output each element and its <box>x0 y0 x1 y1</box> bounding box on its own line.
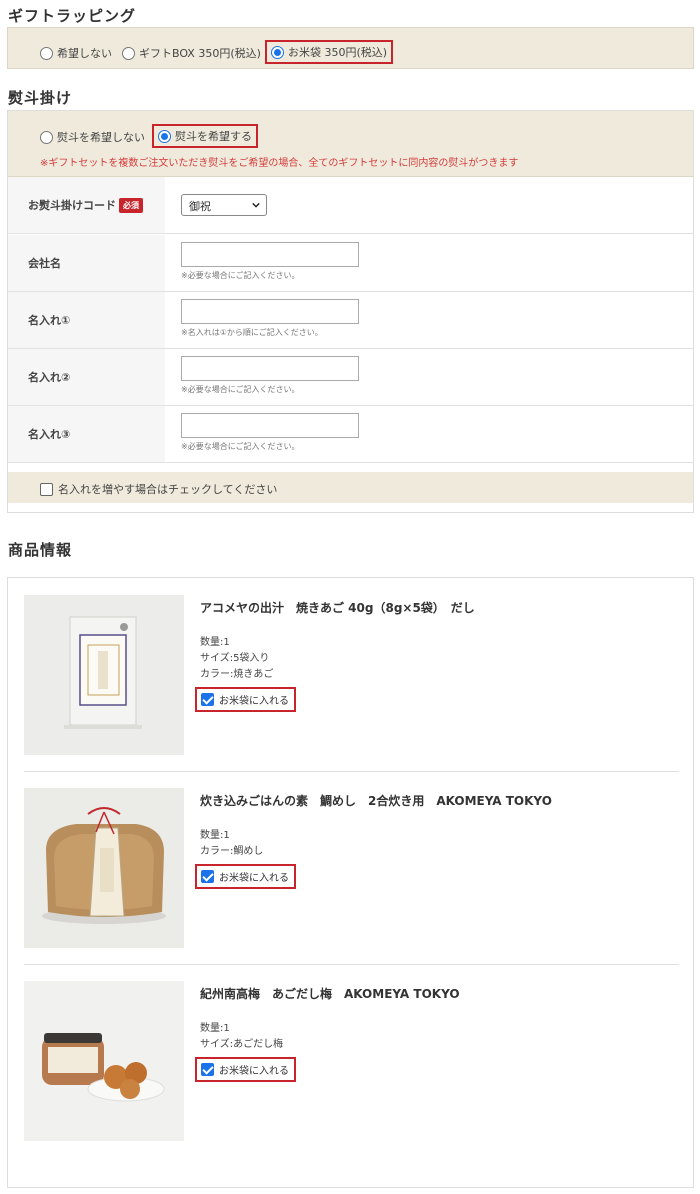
name-3-hint: ※必要な場合にご記入ください。 <box>181 442 300 451</box>
name-3-input[interactable] <box>181 413 359 438</box>
checkbox-checked-icon[interactable] <box>201 870 214 883</box>
wrap-option-giftbox-label: ギフトBOX 350円(税込) <box>139 47 261 60</box>
divider <box>24 771 679 772</box>
radio-checked-icon[interactable] <box>158 129 171 143</box>
noshi-option-none-label: 熨斗を希望しない <box>57 131 145 144</box>
name-3-label: 名入れ③ <box>8 406 165 462</box>
product-list: アコメヤの出汁 焼きあご 40g（8g×5袋） だし 数量:1 サイズ:5袋入り… <box>7 577 694 1188</box>
add-names-checkbox-label[interactable]: 名入れを増やす場合はチェックしてください <box>40 481 277 497</box>
list-item: 紀州南高梅 あごだし梅 AKOMEYA TOKYO 数量:1 サイズ:あごだし梅… <box>24 981 679 1141</box>
rice-bag-label: お米袋に入れる <box>219 696 289 707</box>
noshi-code-select[interactable]: 御祝 <box>181 194 267 216</box>
product-quantity: 数量:1 <box>200 637 230 648</box>
form-row-name-2: 名入れ② ※必要な場合にご記入ください。 <box>8 349 693 406</box>
noshi-note: ※ギフトセットを複数ご注文いただき熨斗をご希望の場合、全てのギフトセットに同内容… <box>40 158 519 169</box>
name-1-hint: ※名入れは①から順にご記入ください。 <box>181 328 323 337</box>
rice-bag-label: お米袋に入れる <box>219 873 289 884</box>
chevron-down-icon <box>252 202 260 208</box>
product-size: サイズ:5袋入り <box>200 653 270 664</box>
company-label: 会社名 <box>8 235 165 291</box>
name-1-field: ※名入れは①から順にご記入ください。 <box>181 299 359 338</box>
product-name: 紀州南高梅 あごだし梅 AKOMEYA TOKYO <box>200 987 460 1001</box>
radio-checked-icon[interactable] <box>271 45 284 59</box>
checkbox-checked-icon[interactable] <box>201 693 214 706</box>
noshi-options: 熨斗を希望しない 熨斗を希望する ※ギフトセットを複数ご注文いただき熨斗をご希望… <box>8 111 693 177</box>
product-attrs: 数量:1 カラー:鯛めし <box>200 828 263 860</box>
name-2-input[interactable] <box>181 356 359 381</box>
company-hint: ※必要な場合にご記入ください。 <box>181 271 300 280</box>
noshi-option-want-label: 熨斗を希望する <box>175 130 252 143</box>
product-quantity: 数量:1 <box>200 830 230 841</box>
product-attrs: 数量:1 サイズ:あごだし梅 <box>200 1021 283 1053</box>
required-badge: 必須 <box>119 197 143 213</box>
product-image <box>24 788 184 948</box>
rice-bag-toggle[interactable]: お米袋に入れる <box>195 687 296 712</box>
noshi-form: 熨斗を希望しない 熨斗を希望する ※ギフトセットを複数ご注文いただき熨斗をご希望… <box>7 110 694 513</box>
product-image <box>24 981 184 1141</box>
wrap-option-rice-bag-label: お米袋 350円(税込) <box>288 46 388 59</box>
radio-icon[interactable] <box>122 46 135 60</box>
noshi-option-none[interactable]: 熨斗を希望しない <box>40 129 145 145</box>
product-quantity: 数量:1 <box>200 1023 230 1034</box>
name-2-label: 名入れ② <box>8 349 165 405</box>
rice-bag-label: お米袋に入れる <box>219 1066 289 1077</box>
name-2-hint: ※必要な場合にご記入ください。 <box>181 385 300 394</box>
wrap-option-rice-bag[interactable]: お米袋 350円(税込) <box>265 40 394 64</box>
rice-bag-toggle[interactable]: お米袋に入れる <box>195 864 296 889</box>
name-1-label: 名入れ① <box>8 292 165 348</box>
noshi-code-value: 御祝 <box>189 200 211 213</box>
noshi-code-label: お熨斗掛けコード <box>28 199 116 212</box>
product-name: 炊き込みごはんの素 鯛めし 2合炊き用 AKOMEYA TOKYO <box>200 794 552 808</box>
wrap-option-giftbox[interactable]: ギフトBOX 350円(税込) <box>122 45 261 61</box>
wrap-option-none-label: 希望しない <box>57 47 112 60</box>
form-row-name-1: 名入れ① ※名入れは①から順にご記入ください。 <box>8 292 693 349</box>
company-input[interactable] <box>181 242 359 267</box>
noshi-option-want[interactable]: 熨斗を希望する <box>152 124 258 148</box>
product-color: カラー:鯛めし <box>200 846 264 857</box>
radio-icon[interactable] <box>40 130 53 144</box>
rice-bag-toggle[interactable]: お米袋に入れる <box>195 1057 296 1082</box>
form-row-noshi-code: お熨斗掛けコード 必須 御祝 <box>8 177 693 234</box>
form-row-company: 会社名 ※必要な場合にご記入ください。 <box>8 235 693 292</box>
name-2-field: ※必要な場合にご記入ください。 <box>181 356 359 395</box>
checkbox-checked-icon[interactable] <box>201 1063 214 1076</box>
add-names-checkbox[interactable] <box>40 482 53 496</box>
gift-wrapping-title: ギフトラッピング <box>8 7 137 25</box>
product-color: カラー:焼きあご <box>200 669 274 680</box>
product-name: アコメヤの出汁 焼きあご 40g（8g×5袋） だし <box>200 601 475 615</box>
form-label: お熨斗掛けコード 必須 <box>8 177 165 233</box>
add-names-row: 名入れを増やす場合はチェックしてください <box>8 472 693 503</box>
gift-wrapping-options: 希望しない ギフトBOX 350円(税込) お米袋 350円(税込) <box>7 27 694 69</box>
list-item: アコメヤの出汁 焼きあご 40g（8g×5袋） だし 数量:1 サイズ:5袋入り… <box>24 595 679 755</box>
list-item: 炊き込みごはんの素 鯛めし 2合炊き用 AKOMEYA TOKYO 数量:1 カ… <box>24 788 679 948</box>
divider <box>24 964 679 965</box>
radio-icon[interactable] <box>40 46 53 60</box>
form-row-name-3: 名入れ③ ※必要な場合にご記入ください。 <box>8 406 693 463</box>
name-3-field: ※必要な場合にご記入ください。 <box>181 413 359 452</box>
add-names-text: 名入れを増やす場合はチェックしてください <box>58 483 278 496</box>
product-attrs: 数量:1 サイズ:5袋入り カラー:焼きあご <box>200 635 273 683</box>
product-image <box>24 595 184 755</box>
product-info-title: 商品情報 <box>8 541 73 559</box>
product-size: サイズ:あごだし梅 <box>200 1039 284 1050</box>
noshi-title: 熨斗掛け <box>8 89 73 107</box>
name-1-input[interactable] <box>181 299 359 324</box>
wrap-option-none[interactable]: 希望しない <box>40 45 112 61</box>
noshi-code-field: 御祝 <box>181 194 267 216</box>
company-field: ※必要な場合にご記入ください。 <box>181 242 359 281</box>
